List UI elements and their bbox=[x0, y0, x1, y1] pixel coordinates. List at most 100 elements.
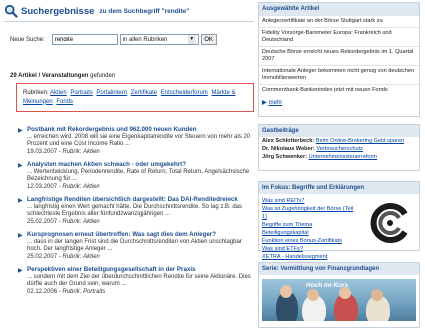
result-item: ▶ Analysten machen Aktien schwach - oder… bbox=[18, 161, 254, 191]
rubriken-filter-box: Rubriken: Aktien Portraits Portalintern … bbox=[16, 83, 254, 112]
more-link-label: mehr bbox=[268, 100, 283, 106]
result-meta: 02.12.2006 - Rubrik: Portraits bbox=[27, 288, 106, 295]
series-heading: Serie: Vermittlung von Finanzgrundlagen bbox=[259, 263, 419, 275]
result-date: 25.02.2007 bbox=[27, 218, 58, 225]
result-rubrik: Aktien bbox=[83, 218, 100, 225]
featured-articles-box: Ausgewählte Artikel Anlegerzertifikate a… bbox=[258, 2, 420, 117]
arrow-bullet-icon: ▶ bbox=[18, 268, 23, 274]
featured-article-link[interactable]: Anlegerzertifikate an der Börse Stuttgar… bbox=[259, 15, 419, 27]
featured-heading: Ausgewählte Artikel bbox=[259, 3, 419, 15]
search-submit-button[interactable]: OK bbox=[200, 34, 217, 45]
result-rubrik-label: Rubrik: bbox=[62, 253, 82, 260]
result-date: 12.03.2007 bbox=[27, 183, 58, 190]
result-title-link[interactable]: Analysten machen Aktien schwach - oder u… bbox=[27, 161, 254, 169]
person-illustration bbox=[307, 289, 319, 301]
result-meta: 25.02.2007 - Rubrik: Aktien bbox=[27, 218, 100, 225]
rubrik-link-zertifikate[interactable]: Zertifikate bbox=[131, 90, 157, 96]
arrow-bullet-icon: ▶ bbox=[18, 233, 23, 239]
result-item: ▶ Kursprognosen erneut übertroffen: Was … bbox=[18, 231, 254, 261]
result-meta: 25.02.2007 - Rubrik: Aktien bbox=[27, 253, 100, 260]
result-rubrik-label: Rubrik: bbox=[62, 218, 82, 225]
rubriken-label: Rubriken: bbox=[23, 90, 49, 96]
result-item: ▶ Langfristige Renditen übersichtlich da… bbox=[18, 196, 254, 226]
featured-article-link[interactable]: Commerzbank-Bankenindex jetzt mit neuen … bbox=[259, 84, 419, 96]
main-column: Suchergebnisse zu dem Suchbegriff "rendi… bbox=[0, 0, 254, 330]
result-snippet: ... Wertentwicklung, Periodenrendite, Ra… bbox=[27, 168, 250, 183]
result-snippet: ... dass in der langen Frist sind die Du… bbox=[27, 238, 242, 253]
result-rubrik: Portraits bbox=[83, 288, 106, 295]
result-count-suffix: gefunden bbox=[88, 73, 116, 79]
result-rubrik: Aktien bbox=[83, 148, 100, 155]
result-snippet: ... sondern mit dem Ziel der überdurchsc… bbox=[27, 273, 251, 288]
page-header: Suchergebnisse zu dem Suchbegriff "rendi… bbox=[4, 2, 254, 20]
focus-link[interactable]: Was ist Zugehörigkeit der Börse (Teil 1) bbox=[262, 205, 356, 221]
person-illustration bbox=[280, 285, 292, 298]
focus-link[interactable]: XETRA - Handelssegment bbox=[262, 253, 356, 261]
rubrik-link-aktien[interactable]: Aktien bbox=[50, 90, 67, 96]
focus-link[interactable]: Was sind ETFs? bbox=[262, 245, 356, 253]
rubrik-select-value: in allen Rubriken bbox=[122, 36, 168, 43]
rubrik-link-portalintern[interactable]: Portalintern bbox=[96, 90, 127, 96]
result-date: 02.12.2006 bbox=[27, 288, 58, 295]
result-count-number: 29 Artikel / Veranstaltungen bbox=[10, 73, 89, 79]
guest-row: Dr. Nikolaus Weber: Verbraucherschutz bbox=[259, 145, 419, 153]
result-rubrik-label: Rubrik: bbox=[62, 288, 82, 295]
guest-post-link[interactable]: Verbraucherschutz bbox=[316, 146, 363, 152]
result-count: 29 Artikel / Veranstaltungen gefunden bbox=[10, 73, 115, 79]
rubrik-select[interactable]: in allen Rubriken ▼ bbox=[119, 34, 199, 45]
magnifier-icon bbox=[4, 4, 18, 18]
focus-heading: Im Fokus: Begriffe und Erklärungen bbox=[259, 182, 419, 194]
result-meta: 19.03.2007 - Rubrik: Aktien bbox=[27, 148, 100, 155]
arrow-bullet-icon: ▶ bbox=[18, 198, 23, 204]
series-banner[interactable]: Hoch im Kurs bbox=[262, 279, 416, 321]
guest-post-link[interactable]: Unternehmenssteuerreform bbox=[309, 154, 377, 160]
result-snippet: ... langfristig einen Wert gemacht hätte… bbox=[27, 203, 242, 218]
page-subtitle: zu dem Suchbegriff "rendite" bbox=[99, 7, 190, 15]
result-rubrik-label: Rubrik: bbox=[62, 183, 82, 190]
focus-link[interactable]: Was sind REITs? bbox=[262, 197, 356, 205]
header-divider bbox=[4, 21, 254, 22]
result-list: ▶ Postbank mit Rekordergebnis und 962.00… bbox=[18, 126, 254, 301]
focus-link[interactable]: Begriffe zum Thema Beteiligungskapital bbox=[262, 221, 356, 237]
arrow-bullet-icon: ▶ bbox=[18, 163, 23, 169]
search-label: Neue Suche: bbox=[10, 36, 45, 43]
focus-logo-icon bbox=[370, 203, 408, 243]
guest-row: Jörg Schwenker: Unternehmenssteuerreform bbox=[259, 153, 419, 161]
rubrik-link-portraits[interactable]: Portraits bbox=[70, 90, 92, 96]
result-rubrik: Aktien bbox=[83, 253, 100, 260]
result-title-link[interactable]: Langfristige Renditen übersichtlich darg… bbox=[27, 196, 254, 204]
arrow-bullet-icon: ▶ bbox=[18, 128, 23, 134]
result-rubrik: Aktien bbox=[83, 183, 100, 190]
guest-row: Alex Schlotterbeck: Beim Online-Brokerin… bbox=[259, 137, 419, 145]
result-title-link[interactable]: Kursprognosen erneut übertroffen: Was sa… bbox=[27, 231, 254, 239]
more-link[interactable]: ▶ mehr bbox=[259, 96, 419, 109]
result-item: ▶ Postbank mit Rekordergebnis und 962.00… bbox=[18, 126, 254, 156]
featured-article-link[interactable]: Internationale Anleger bekommen nicht ge… bbox=[259, 65, 419, 84]
series-box: Serie: Vermittlung von Finanzgrundlagen … bbox=[258, 262, 420, 328]
result-title-link[interactable]: Postbank mit Rekordergebnis und 962.000 … bbox=[27, 126, 254, 134]
result-date: 19.03.2007 bbox=[27, 148, 58, 155]
guest-author: Dr. Nikolaus Weber: bbox=[262, 146, 315, 152]
focus-box: Im Fokus: Begriffe und Erklärungen Was s… bbox=[258, 181, 420, 260]
focus-link-list: Was sind REITs? Was ist Zugehörigkeit de… bbox=[259, 194, 359, 264]
result-title-link[interactable]: Perspektiven einer Beteiligungsgesellsch… bbox=[27, 266, 254, 274]
featured-article-link[interactable]: Deutsche Börse erreicht neues Rekorderge… bbox=[259, 46, 419, 65]
guest-heading: Gastbeiträge bbox=[259, 125, 419, 137]
person-illustration bbox=[371, 289, 383, 301]
sidebar: Ausgewählte Artikel Anlegerzertifikate a… bbox=[258, 0, 420, 330]
result-meta: 12.03.2007 - Rubrik: Aktien bbox=[27, 183, 100, 190]
featured-article-link[interactable]: Fidelity Vorsorge-Barometer Europa: Fran… bbox=[259, 27, 419, 46]
result-date: 25.02.2007 bbox=[27, 253, 58, 260]
guest-post-link[interactable]: Beim Online-Brokering Geld sparen bbox=[316, 138, 404, 144]
chevron-down-icon: ▼ bbox=[187, 35, 196, 44]
rubrik-link-fonds[interactable]: Fonds bbox=[56, 99, 73, 105]
focus-link[interactable]: Funktion eines Bonus-Zertifikats bbox=[262, 237, 356, 245]
page-title: Suchergebnisse bbox=[21, 5, 95, 17]
result-item: ▶ Perspektiven einer Beteiligungsgesells… bbox=[18, 266, 254, 296]
guest-posts-box: Gastbeiträge Alex Schlotterbeck: Beim On… bbox=[258, 124, 420, 171]
search-input[interactable] bbox=[51, 34, 118, 45]
search-form: Neue Suche: in allen Rubriken ▼ OK bbox=[10, 34, 217, 45]
rubrik-link-entscheiderforum[interactable]: Entscheiderforum bbox=[161, 90, 208, 96]
result-snippet: ... erreichen wird. 2008 will sie eine E… bbox=[27, 133, 251, 148]
guest-author: Alex Schlotterbeck: bbox=[262, 138, 315, 144]
